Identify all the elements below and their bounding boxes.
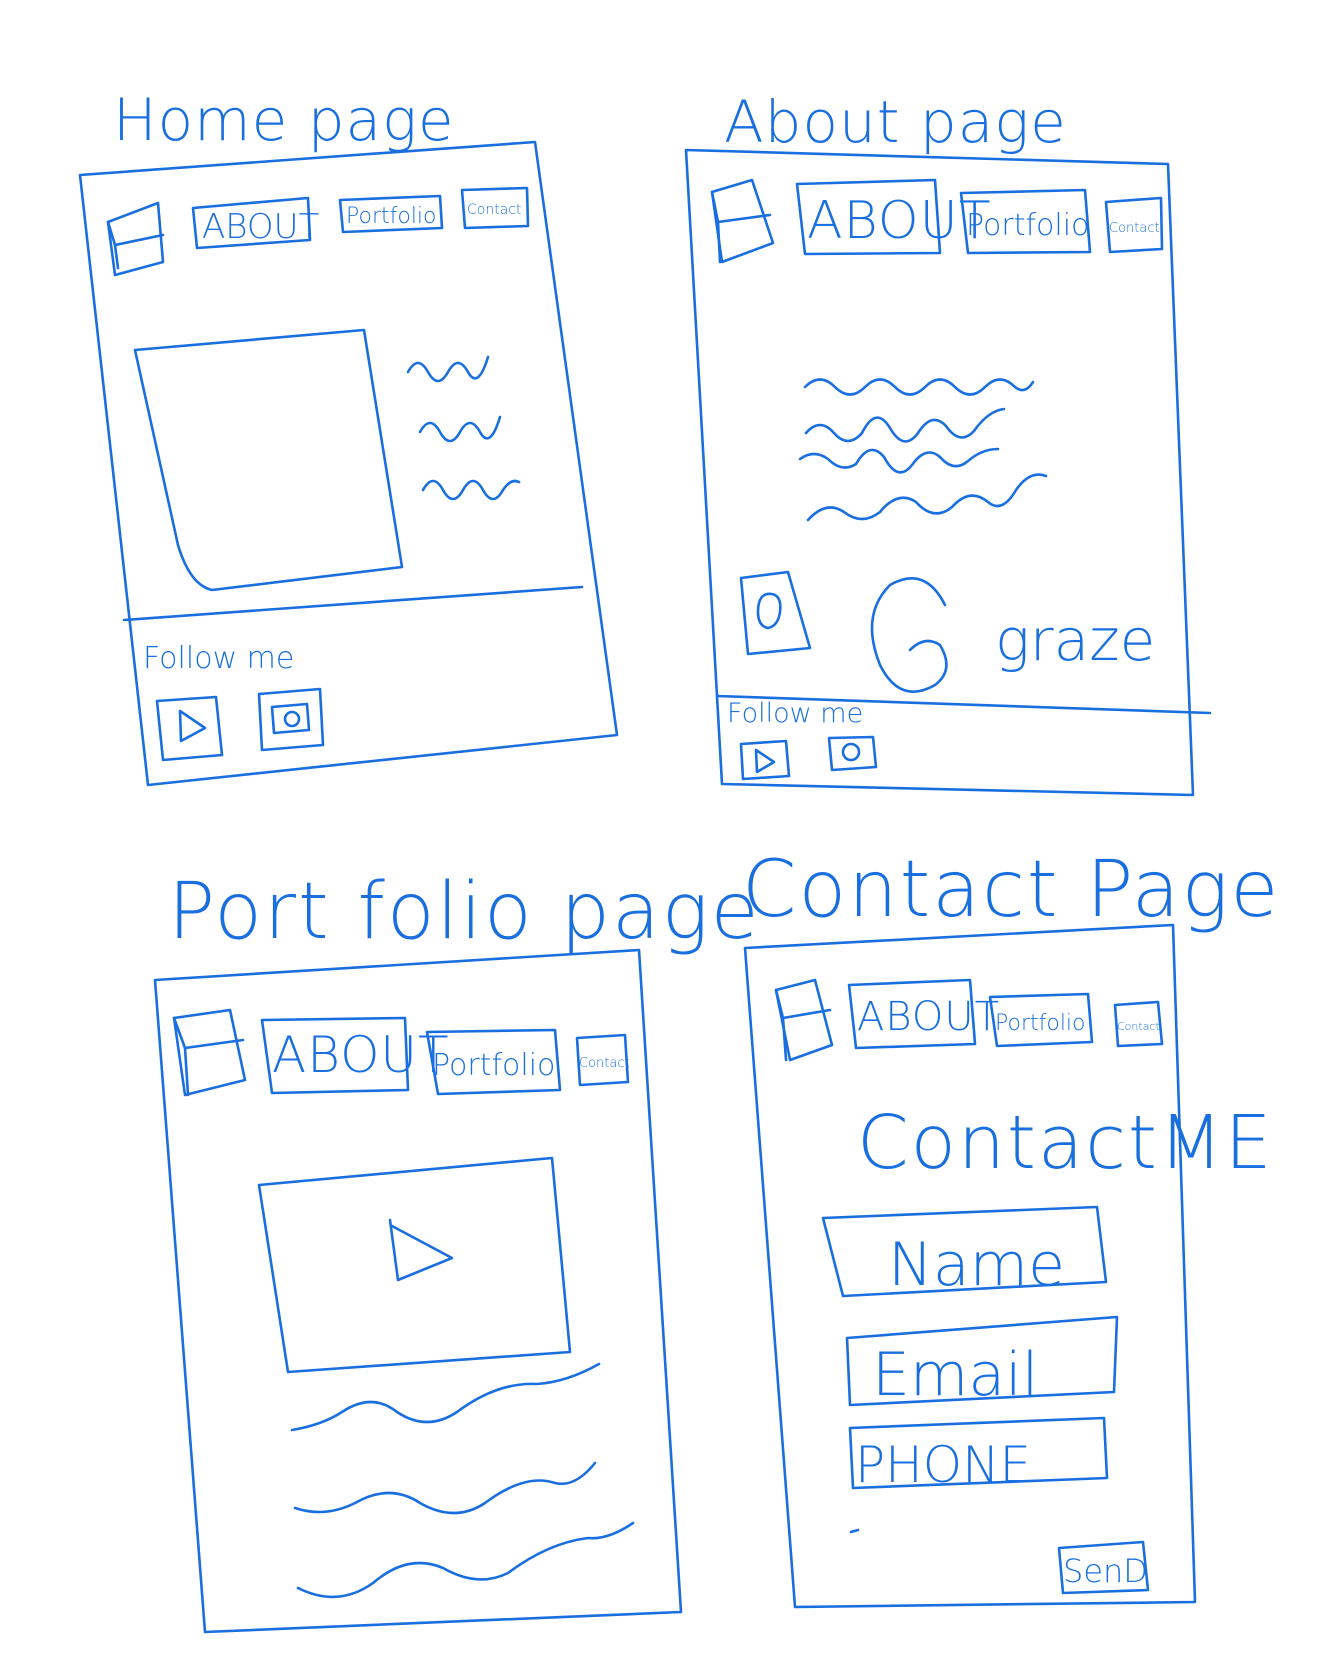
contact-nav-contact-label: Contact — [1117, 1020, 1160, 1033]
home-footer-play-icon[interactable] — [155, 695, 224, 762]
about-logo-cube-icon[interactable] — [710, 178, 775, 264]
about-brand-name: graze — [995, 606, 1155, 674]
wireframe-sketch: Home page ABOUT Portfolio Contact Follow… — [78, 86, 1280, 1634]
home-logo-cube-icon — [106, 201, 165, 277]
home-intro-text-lines — [406, 355, 521, 501]
about-brand-logo: graze — [870, 577, 1155, 693]
contact-nav-contact[interactable]: Contact — [1113, 1000, 1164, 1048]
home-nav-contact-label: Contact — [467, 202, 521, 218]
contact-send-label: SenD — [1063, 1552, 1148, 1590]
home-nav-portfolio-label: Portfolio — [346, 204, 437, 229]
contact-nav-about-label: ABOUT — [857, 994, 1000, 1040]
contact-name-field[interactable]: Name — [821, 1205, 1108, 1300]
contact-stray-mark — [849, 1528, 860, 1534]
home-footer-label: Follow me — [143, 641, 294, 676]
home-hero-image — [133, 328, 404, 592]
portfolio-logo-cube-icon[interactable] — [172, 1008, 247, 1097]
contact-nav-portfolio[interactable]: Portfolio — [988, 992, 1094, 1048]
portfolio-nav-contact-label: Contact — [579, 1056, 630, 1071]
home-footer-divider — [122, 585, 584, 622]
contact-nav-about[interactable]: ABOUT — [847, 978, 1000, 1050]
portfolio-page-wireframe: Port folio page ABOUT Portfolio Contact — [153, 867, 761, 1634]
contact-page-wireframe: Contact Page ABOUT Portfolio Contact Con… — [742, 845, 1280, 1609]
portfolio-page-title: Port folio page — [168, 867, 761, 957]
contact-nav-portfolio-label: Portfolio — [995, 1011, 1086, 1036]
about-nav-contact-label: Contact — [1109, 221, 1160, 236]
contact-page-title: Contact Page — [742, 845, 1280, 935]
about-portrait-icon — [739, 570, 812, 656]
home-page-wireframe: Home page ABOUT Portfolio Contact Follow… — [78, 86, 619, 787]
home-nav-about-label: ABOUT — [202, 207, 320, 247]
about-page-title: About page — [724, 88, 1067, 156]
home-nav-portfolio[interactable]: Portfolio — [338, 194, 444, 234]
contact-phone-field[interactable]: PHONE — [848, 1416, 1109, 1494]
about-footer-label: Follow me — [727, 698, 863, 729]
home-footer-camera-icon[interactable] — [257, 687, 325, 752]
contact-heading: ContactME — [857, 1100, 1274, 1186]
about-bio-text-lines — [798, 378, 1048, 522]
portfolio-description-lines — [290, 1362, 635, 1599]
portfolio-video-player[interactable] — [257, 1156, 572, 1374]
about-footer-play-icon[interactable] — [739, 739, 791, 781]
about-nav-about[interactable]: ABOUT — [795, 178, 991, 256]
portfolio-nav-about-label: ABOUT — [272, 1026, 450, 1084]
contact-phone-placeholder: PHONE — [855, 1436, 1031, 1494]
home-page-title: Home page — [113, 86, 455, 154]
about-footer-camera-icon[interactable] — [827, 735, 878, 772]
contact-email-placeholder: Email — [872, 1340, 1038, 1410]
contact-logo-cube-icon[interactable] — [774, 978, 834, 1062]
contact-email-field[interactable]: Email — [845, 1315, 1119, 1410]
about-page-wireframe: About page ABOUT Portfolio Contact graze… — [684, 88, 1212, 797]
about-nav-portfolio-label: Portfolio — [966, 208, 1089, 243]
portfolio-nav-about[interactable]: ABOUT — [260, 1016, 450, 1095]
home-nav-contact[interactable]: Contact — [460, 186, 530, 230]
about-nav-contact[interactable]: Contact — [1104, 196, 1164, 254]
contact-send-button[interactable]: SenD — [1057, 1540, 1150, 1595]
portfolio-nav-portfolio-label: Portfolio — [432, 1048, 555, 1083]
portfolio-nav-contact[interactable]: Contact — [575, 1033, 630, 1087]
portfolio-video-play-icon[interactable] — [388, 1218, 454, 1282]
home-nav-about[interactable]: ABOUT — [191, 196, 320, 250]
contact-name-placeholder: Name — [888, 1230, 1065, 1300]
